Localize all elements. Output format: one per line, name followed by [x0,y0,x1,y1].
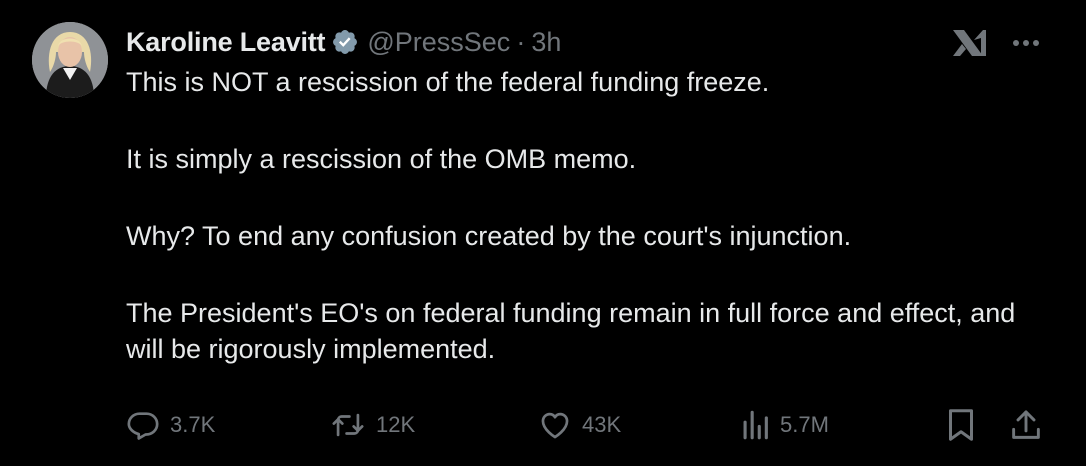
separator-dot: · [516,26,526,57]
tweet-paragraph: It is simply a rescission of the OMB mem… [126,144,637,174]
reply-count: 3.7K [170,412,216,437]
tweet-header: Karoline Leavitt @PressSec · 3h [126,22,561,62]
bookmark-button[interactable] [946,405,976,445]
tweet-paragraph: This is NOT a rescission of the federal … [126,67,770,97]
speech-bubble-icon [127,412,159,440]
share-button[interactable] [1010,405,1042,445]
reply-button[interactable]: 3.7K [126,405,215,445]
tweet: Karoline Leavitt @PressSec · 3h This is … [0,0,1086,466]
tweet-paragraph: Why? To end any confusion created by the… [126,221,852,251]
repost-button[interactable]: 12K [330,405,415,445]
author-handle[interactable]: @PressSec [367,27,510,58]
views-button[interactable]: 5.7M [740,405,829,445]
verified-badge-icon[interactable] [331,28,359,56]
repost-count: 12K [376,412,416,437]
more-dots-icon[interactable] [1008,28,1044,58]
share-upload-icon [1012,410,1040,439]
repost-arrows-icon [332,413,364,437]
bar-chart-icon [743,410,768,440]
views-count: 5.7M [780,412,829,437]
bookmark-icon [949,409,973,441]
grok-icon[interactable] [950,26,988,60]
avatar[interactable] [32,22,108,98]
tweet-text: This is NOT a rescission of the federal … [126,64,1026,367]
tweet-paragraph: The President's EO's on federal funding … [126,298,1016,364]
action-bar: 3.7K 12K 43K 5.7M [126,405,1046,445]
author-name[interactable]: Karoline Leavitt [126,27,326,58]
heart-icon [541,412,569,439]
timestamp[interactable]: 3h [531,27,561,58]
like-count: 43K [582,412,622,437]
like-button[interactable]: 43K [538,405,621,445]
